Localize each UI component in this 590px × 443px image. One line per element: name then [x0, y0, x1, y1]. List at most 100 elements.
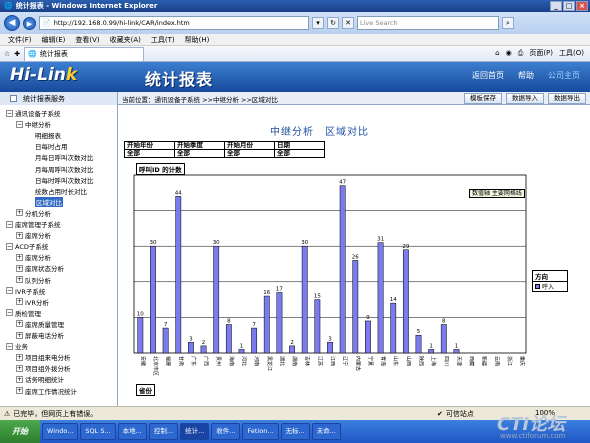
menu-edit[interactable]: 编辑(E) [42, 35, 66, 45]
y-axis-field-label[interactable]: 呼叫ID 的计数 [136, 163, 185, 175]
collapse-icon[interactable]: − [6, 287, 13, 295]
expand-icon[interactable]: + [16, 264, 23, 272]
bar[interactable] [440, 324, 447, 354]
address-bar[interactable]: 📄 http://192.168.0.99/hi-link/CAR/index.… [39, 16, 309, 30]
forward-button[interactable]: ▶ [23, 16, 36, 30]
tools-menu[interactable]: 工具(O) [559, 48, 584, 58]
bar[interactable] [137, 317, 144, 354]
menu-tools[interactable]: 工具(T) [151, 35, 175, 45]
menu-file[interactable]: 文件(F) [8, 35, 32, 45]
expand-icon[interactable]: + [16, 231, 23, 239]
bar[interactable] [314, 299, 321, 354]
bar[interactable] [175, 196, 182, 354]
task-button-active[interactable]: 统计... [180, 423, 210, 440]
home-icon[interactable]: ⌂ [495, 49, 499, 57]
bar[interactable] [213, 245, 220, 354]
expand-icon[interactable]: + [16, 364, 23, 372]
bar[interactable] [352, 260, 359, 354]
expand-icon[interactable]: + [16, 209, 23, 217]
expand-icon[interactable]: + [16, 331, 23, 339]
back-button[interactable]: ◀ [4, 15, 20, 31]
expand-icon[interactable]: + [16, 253, 23, 261]
collapse-icon[interactable]: − [6, 242, 13, 250]
bar[interactable] [276, 292, 283, 354]
import-data-button[interactable]: 数据导入 [506, 93, 544, 104]
menu-help[interactable]: 帮助(H) [185, 35, 210, 45]
bar[interactable] [150, 245, 156, 354]
tree-node[interactable]: + 座席质量管理 [16, 319, 64, 329]
tree-node[interactable]: + 话务明细统计 [16, 374, 64, 384]
help-link[interactable]: 帮助 [518, 70, 534, 81]
save-template-button[interactable]: 模板保存 [464, 93, 502, 104]
bar[interactable] [200, 345, 207, 354]
tree-node[interactable]: + 队列分析 [16, 275, 51, 285]
address-dropdown-button[interactable]: ▾ [312, 17, 324, 29]
close-button[interactable]: × [576, 1, 588, 11]
page-menu[interactable]: 页面(P) [529, 48, 553, 58]
tree-node[interactable]: 明细报表 [26, 130, 61, 140]
tree-node[interactable]: + 分机分析 [16, 208, 51, 218]
bar[interactable] [365, 320, 371, 354]
expand-icon[interactable]: + [16, 320, 23, 328]
sidebar-collapse-checkbox[interactable] [10, 95, 17, 102]
tree-node[interactable]: 统数占用时长对比 [26, 186, 87, 196]
collapse-icon[interactable]: − [6, 220, 13, 228]
tree-node[interactable]: − ACD子系统 [6, 241, 48, 251]
bar[interactable] [289, 345, 295, 354]
expand-icon[interactable]: + [16, 375, 23, 383]
tree-node[interactable]: + IVR分析 [16, 297, 49, 307]
tree-node[interactable]: + 屏蔽电话分析 [16, 330, 64, 340]
collapse-icon[interactable]: − [6, 309, 13, 317]
bar[interactable] [402, 249, 409, 354]
print-icon[interactable]: ⎙ [518, 49, 524, 58]
expand-icon[interactable]: + [16, 276, 23, 283]
tree-node[interactable]: − 质检管理 [6, 308, 41, 318]
bar[interactable] [428, 349, 435, 354]
tree-node[interactable]: + 座席状态分析 [16, 263, 64, 273]
tree-node[interactable]: − 中继分析 [16, 119, 51, 129]
tree-node[interactable]: − 通讯设备子系统 [6, 108, 61, 118]
tree-node[interactable]: 月每周呼叫次数对比 [26, 164, 94, 174]
bar[interactable] [263, 295, 270, 354]
refresh-button[interactable]: ↻ [327, 17, 339, 29]
tree-node[interactable]: + 项目组来电分析 [16, 352, 71, 362]
task-button[interactable]: 本地... [117, 423, 147, 440]
legend-title[interactable]: 方向 [533, 271, 567, 282]
task-button[interactable]: 未命... [311, 423, 341, 440]
expand-icon[interactable]: + [16, 353, 23, 361]
bar[interactable] [453, 349, 460, 354]
bar[interactable] [187, 342, 194, 354]
tree-node[interactable]: + 项目组外拨分析 [16, 363, 71, 373]
filter-year[interactable]: 全部 [124, 149, 175, 158]
task-button[interactable]: 控制... [148, 423, 179, 440]
menu-view[interactable]: 查看(V) [75, 35, 99, 45]
collapse-icon[interactable]: − [6, 109, 13, 117]
filter-quarter[interactable]: 全部 [174, 149, 225, 158]
tree-node[interactable]: 月每日呼叫次数对比 [26, 152, 94, 162]
search-icon[interactable]: ⌕ [502, 17, 514, 29]
bar[interactable] [327, 342, 333, 354]
expand-icon[interactable]: + [16, 298, 23, 306]
favorites-star-icon[interactable]: ☆ [4, 50, 10, 58]
minimize-button[interactable]: _ [550, 1, 562, 11]
tree-node[interactable]: − 座席管理子系统 [6, 219, 61, 229]
tree-node[interactable]: + 座席分析 [16, 252, 51, 262]
bar[interactable] [251, 327, 258, 354]
add-favorite-icon[interactable]: ✚ [14, 50, 20, 58]
tree-node[interactable]: − IVR子系统 [6, 286, 45, 296]
collapse-icon[interactable]: − [6, 342, 13, 350]
bar[interactable] [415, 334, 422, 354]
warning-icon[interactable]: ⚠ [4, 410, 10, 418]
search-input[interactable]: Live Search [357, 16, 499, 30]
tree-node[interactable]: 区域对比 [26, 196, 63, 207]
stop-button[interactable]: ✕ [342, 17, 354, 29]
filter-date[interactable]: 全部 [274, 149, 325, 158]
task-button[interactable]: Windo... [42, 423, 79, 440]
tree-node[interactable]: 日每时占用 [26, 141, 68, 151]
expand-icon[interactable]: + [16, 387, 23, 394]
tree-node[interactable]: 日每时呼叫次数对比 [26, 175, 94, 185]
bar[interactable] [162, 327, 169, 354]
task-button[interactable]: 无标... [280, 423, 310, 440]
tab-statistics[interactable]: 🌐 统计报表 [24, 46, 145, 61]
maximize-button[interactable]: □ [563, 1, 575, 11]
